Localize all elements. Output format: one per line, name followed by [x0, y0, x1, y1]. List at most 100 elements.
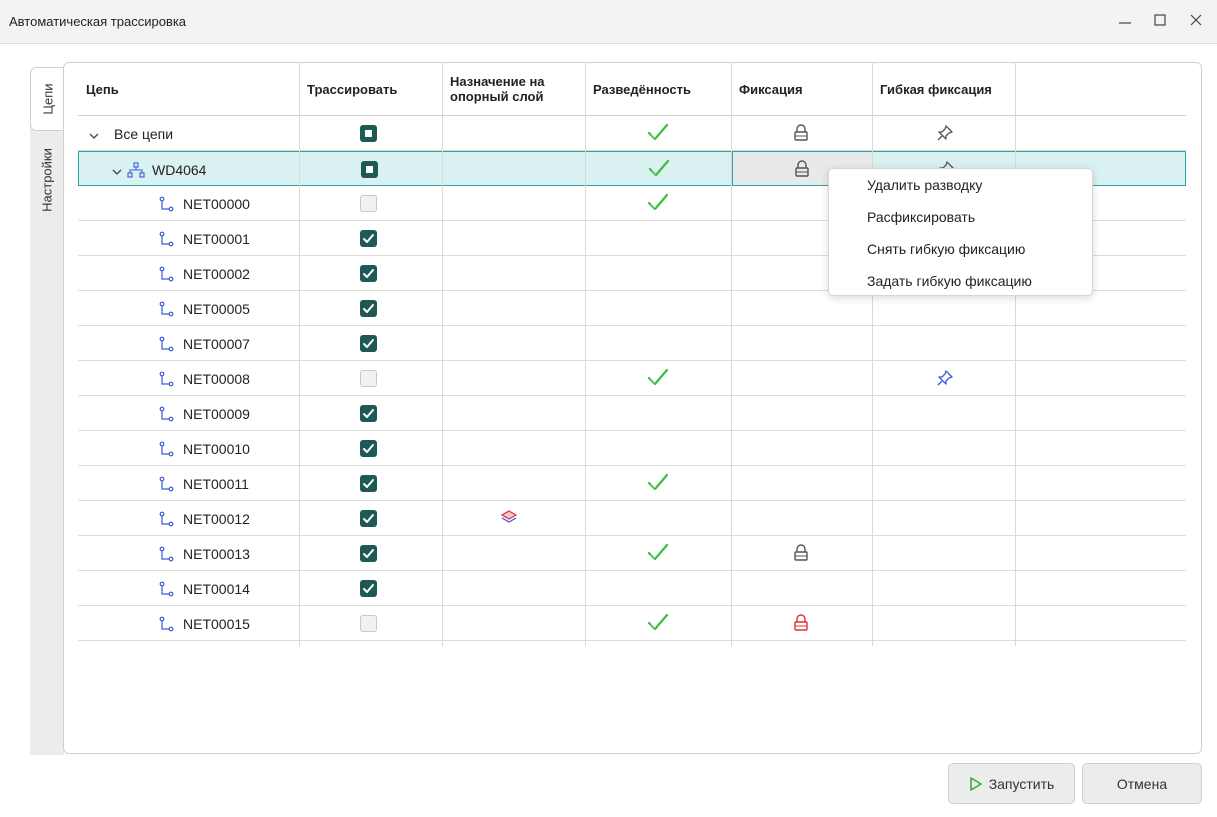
trace-checkbox[interactable]	[360, 405, 377, 422]
net-name: NET00012	[183, 510, 250, 527]
routed-check-icon	[647, 192, 669, 215]
table-row[interactable]: Все цепи	[78, 116, 1186, 151]
context-menu: Удалить разводку Расфиксировать Снять ги…	[828, 168, 1093, 296]
tab-nets[interactable]: Цепи	[30, 67, 64, 131]
net-name: NET00015	[183, 615, 250, 632]
trace-checkbox[interactable]	[360, 475, 377, 492]
trace-checkbox[interactable]	[360, 580, 377, 597]
menu-item-unfix[interactable]: Расфиксировать	[867, 209, 975, 225]
play-icon	[969, 776, 982, 791]
routed-check-icon	[647, 612, 669, 635]
net-name: NET00000	[183, 195, 250, 212]
net-name: WD4064	[152, 161, 207, 178]
lock-icon[interactable]	[793, 614, 809, 635]
net-icon	[158, 301, 174, 320]
chevron-down-icon[interactable]	[111, 164, 122, 175]
net-name: NET00001	[183, 230, 250, 247]
routed-check-icon	[647, 472, 669, 495]
net-name: Все цепи	[114, 125, 174, 142]
lock-icon[interactable]	[793, 124, 809, 145]
trace-checkbox[interactable]	[360, 615, 377, 632]
run-button-label: Запустить	[988, 775, 1055, 792]
maximize-icon[interactable]	[1148, 10, 1172, 34]
net-group-icon	[127, 162, 145, 181]
net-icon	[158, 336, 174, 355]
table-header: Цепь Трассировать Назначение на опорный …	[78, 62, 1186, 116]
table-row[interactable]: NET00012	[78, 501, 1186, 536]
table-row[interactable]: NET00011	[78, 466, 1186, 501]
trace-checkbox[interactable]	[360, 510, 377, 527]
tab-settings-label: Настройки	[39, 148, 55, 212]
table-row[interactable]: NET00010	[78, 431, 1186, 466]
close-icon[interactable]	[1184, 10, 1208, 34]
net-icon	[158, 581, 174, 600]
net-name: NET00002	[183, 265, 250, 282]
column-divider	[299, 62, 300, 646]
trace-checkbox[interactable]	[360, 125, 377, 142]
net-name: NET00005	[183, 300, 250, 317]
trace-checkbox[interactable]	[360, 545, 377, 562]
layer-icon[interactable]	[500, 509, 518, 528]
header-trace[interactable]: Трассировать	[299, 62, 441, 116]
header-layer[interactable]: Назначение на опорный слой	[442, 62, 562, 116]
trace-checkbox[interactable]	[360, 230, 377, 247]
cancel-button[interactable]: Отмена	[1082, 763, 1202, 804]
net-icon	[158, 476, 174, 495]
net-icon	[158, 441, 174, 460]
trace-checkbox[interactable]	[361, 161, 378, 178]
trace-checkbox[interactable]	[360, 370, 377, 387]
header-fixed[interactable]: Фиксация	[731, 62, 871, 116]
tab-nets-label: Цепи	[40, 83, 55, 115]
menu-item-set-flex-fix[interactable]: Задать гибкую фиксацию	[867, 273, 1032, 289]
net-name: NET00014	[183, 580, 250, 597]
trace-checkbox[interactable]	[360, 440, 377, 457]
table-row[interactable]: NET00005	[78, 291, 1186, 326]
net-icon	[158, 196, 174, 215]
routed-check-icon	[647, 122, 669, 145]
menu-item-delete-routing[interactable]: Удалить разводку	[867, 177, 982, 193]
net-icon	[158, 546, 174, 565]
trace-checkbox[interactable]	[360, 335, 377, 352]
side-tabs: Цепи Настройки	[30, 67, 64, 755]
minimize-icon[interactable]	[1113, 10, 1137, 34]
tab-settings[interactable]: Настройки	[30, 135, 64, 225]
menu-item-remove-flex-fix[interactable]: Снять гибкую фиксацию	[867, 241, 1025, 257]
net-name: NET00007	[183, 335, 250, 352]
table-row[interactable]: NET00007	[78, 326, 1186, 361]
net-icon	[158, 266, 174, 285]
column-divider	[585, 62, 586, 646]
lock-icon[interactable]	[794, 160, 810, 181]
header-flex-fixed[interactable]: Гибкая фиксация	[872, 62, 1015, 116]
column-divider	[1015, 62, 1016, 646]
header-net[interactable]: Цепь	[78, 62, 298, 116]
net-icon	[158, 406, 174, 425]
pin-icon[interactable]	[936, 124, 954, 145]
table-row[interactable]: NET00015	[78, 606, 1186, 641]
column-divider	[442, 62, 443, 646]
table-row[interactable]: NET00009	[78, 396, 1186, 431]
table-row[interactable]: NET00008	[78, 361, 1186, 396]
net-name: NET00010	[183, 440, 250, 457]
routed-check-icon	[647, 542, 669, 565]
table-row[interactable]: NET00014	[78, 571, 1186, 606]
column-divider	[731, 62, 732, 646]
net-icon	[158, 371, 174, 390]
net-icon	[158, 231, 174, 250]
trace-checkbox[interactable]	[360, 300, 377, 317]
net-name: NET00009	[183, 405, 250, 422]
routed-check-icon	[648, 158, 670, 181]
chevron-down-icon[interactable]	[88, 128, 99, 139]
routed-check-icon	[647, 367, 669, 390]
trace-checkbox[interactable]	[360, 195, 377, 212]
lock-icon[interactable]	[793, 544, 809, 565]
column-divider	[872, 62, 873, 646]
net-icon	[158, 616, 174, 635]
cancel-button-label: Отмена	[1116, 775, 1168, 792]
title-bar: Автоматическая трассировка	[0, 0, 1217, 44]
pin-icon[interactable]	[936, 369, 954, 390]
trace-checkbox[interactable]	[360, 265, 377, 282]
header-routed[interactable]: Разведённость	[585, 62, 730, 116]
net-name: NET00013	[183, 545, 250, 562]
run-button[interactable]: Запустить	[948, 763, 1075, 804]
table-row[interactable]: NET00013	[78, 536, 1186, 571]
